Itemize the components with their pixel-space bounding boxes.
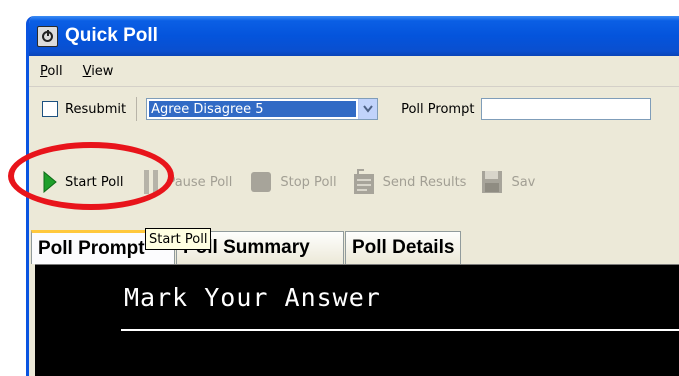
quick-poll-app-icon[interactable]	[37, 25, 58, 47]
poll-prompt-input[interactable]	[481, 98, 652, 120]
resubmit-label[interactable]: Resubmit	[65, 102, 126, 117]
poll-prompt-display: Mark Your Answer	[35, 264, 679, 376]
send-results-label: Send Results	[382, 174, 467, 190]
quick-poll-window: Quick Poll Poll View Resubmit Agree Disa…	[26, 16, 679, 376]
pause-icon	[144, 170, 159, 194]
save-results-label: Sav	[511, 174, 536, 190]
start-poll-button[interactable]: Start Poll	[43, 154, 123, 210]
resubmit-checkbox[interactable]	[42, 101, 58, 117]
options-bar: Resubmit Agree Disagree 5 Poll Prompt	[29, 88, 679, 130]
pause-poll-button[interactable]: Pause Poll	[143, 154, 232, 210]
menu-poll[interactable]: Poll	[40, 64, 63, 79]
poll-type-selected-value[interactable]: Agree Disagree 5	[149, 101, 357, 117]
save-results-button[interactable]: Sav	[481, 154, 535, 210]
tab-poll-details[interactable]: Poll Details	[345, 231, 462, 264]
menu-bar: Poll View	[29, 56, 679, 87]
poll-tabs: Poll Prompt Poll Summary Poll Details	[29, 230, 679, 264]
chevron-down-icon[interactable]	[358, 99, 378, 119]
poll-prompt-label: Poll Prompt	[401, 101, 475, 117]
save-icon	[482, 171, 503, 193]
menu-view[interactable]: View	[83, 64, 114, 79]
start-poll-label: Start Poll	[65, 174, 124, 190]
prompt-divider	[121, 329, 679, 331]
send-results-icon	[353, 169, 374, 194]
window-title: Quick Poll	[65, 25, 158, 46]
play-icon	[43, 171, 57, 193]
title-bar[interactable]: Quick Poll	[29, 16, 679, 56]
stop-poll-label: Stop Poll	[280, 174, 337, 190]
poll-toolbar: Start Poll Pause Poll Stop Poll Send Res…	[29, 154, 679, 210]
pause-poll-label: Pause Poll	[167, 174, 233, 190]
prompt-heading: Mark Your Answer	[124, 283, 381, 312]
send-results-button[interactable]: Send Results	[353, 154, 467, 210]
options-separator	[136, 97, 138, 121]
poll-type-select[interactable]: Agree Disagree 5	[146, 98, 379, 120]
stop-icon	[251, 172, 272, 192]
stop-poll-button[interactable]: Stop Poll	[250, 154, 337, 210]
start-poll-tooltip: Start Poll	[145, 228, 212, 250]
